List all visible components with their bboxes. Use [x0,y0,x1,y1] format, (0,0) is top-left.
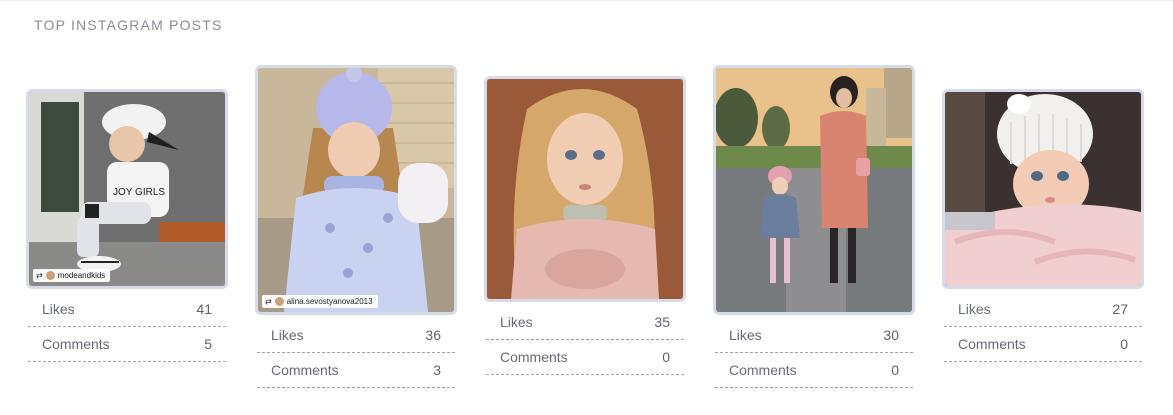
post-image[interactable] [484,76,686,302]
likes-label: Likes [271,327,304,343]
panel-title: TOP INSTAGRAM POSTS [34,17,223,33]
likes-count: 41 [196,301,212,317]
post-stats: Likes 30 Comments 0 [713,318,915,388]
likes-label: Likes [729,327,762,343]
likes-label: Likes [500,314,533,330]
likes-row: Likes 30 [715,318,913,353]
top-instagram-posts-panel: TOP INSTAGRAM POSTS JOY GIRLS ⇄ modeandk… [0,0,1173,415]
post-card: Likes 35 Comments 0 [484,76,686,375]
comments-row: Comments 0 [944,327,1142,362]
repost-icon: ⇄ [265,297,272,306]
likes-label: Likes [958,301,991,317]
post-image[interactable]: JOY GIRLS ⇄ modeandkids [26,89,228,289]
comments-label: Comments [958,336,1026,352]
post-stats: Likes 27 Comments 0 [942,292,1144,362]
likes-row: Likes 36 [257,318,455,353]
likes-count: 35 [654,314,670,330]
comments-label: Comments [42,336,110,352]
post-image[interactable] [942,89,1144,289]
likes-count: 36 [425,327,441,343]
comments-row: Comments 0 [486,340,684,375]
likes-count: 30 [883,327,899,343]
portrait-photo [487,79,683,299]
post-stats: Likes 36 Comments 3 [255,318,457,388]
post-card: Likes 30 Comments 0 [713,65,915,388]
comments-count: 0 [891,362,899,378]
post-card: ⇄ alina.sevostyanova2013 Likes 36 Commen… [255,65,457,388]
toddler-photo: JOY GIRLS [29,92,225,286]
post-stats: Likes 41 Comments 5 [26,292,228,362]
baby-photo [945,92,1141,286]
repost-icon: ⇄ [36,271,43,280]
girl-in-hat-photo [258,68,454,312]
comments-row: Comments 5 [28,327,226,362]
avatar [274,297,284,306]
comments-count: 3 [433,362,441,378]
comments-label: Comments [271,362,339,378]
avatar [45,271,55,280]
comments-count: 0 [662,349,670,365]
likes-count: 27 [1112,301,1128,317]
mother-daughter-photo [716,68,912,312]
comments-row: Comments 0 [715,353,913,388]
comments-count: 0 [1120,336,1128,352]
post-card: Likes 27 Comments 0 [942,89,1144,362]
post-image[interactable] [713,65,915,315]
post-stats: Likes 35 Comments 0 [484,305,686,375]
comments-label: Comments [729,362,797,378]
post-image[interactable]: ⇄ alina.sevostyanova2013 [255,65,457,315]
svg-text:JOY GIRLS: JOY GIRLS [113,187,165,198]
repost-username: modeandkids [57,271,106,280]
repost-tag: ⇄ alina.sevostyanova2013 [262,295,378,308]
likes-row: Likes 35 [486,305,684,340]
comments-count: 5 [204,336,212,352]
comments-row: Comments 3 [257,353,455,388]
comments-label: Comments [500,349,568,365]
likes-label: Likes [42,301,75,317]
likes-row: Likes 41 [28,292,226,327]
repost-tag: ⇄ modeandkids [33,269,111,282]
likes-row: Likes 27 [944,292,1142,327]
repost-username: alina.sevostyanova2013 [286,297,373,306]
post-card: JOY GIRLS ⇄ modeandkids Likes 41 Comment… [26,89,228,362]
